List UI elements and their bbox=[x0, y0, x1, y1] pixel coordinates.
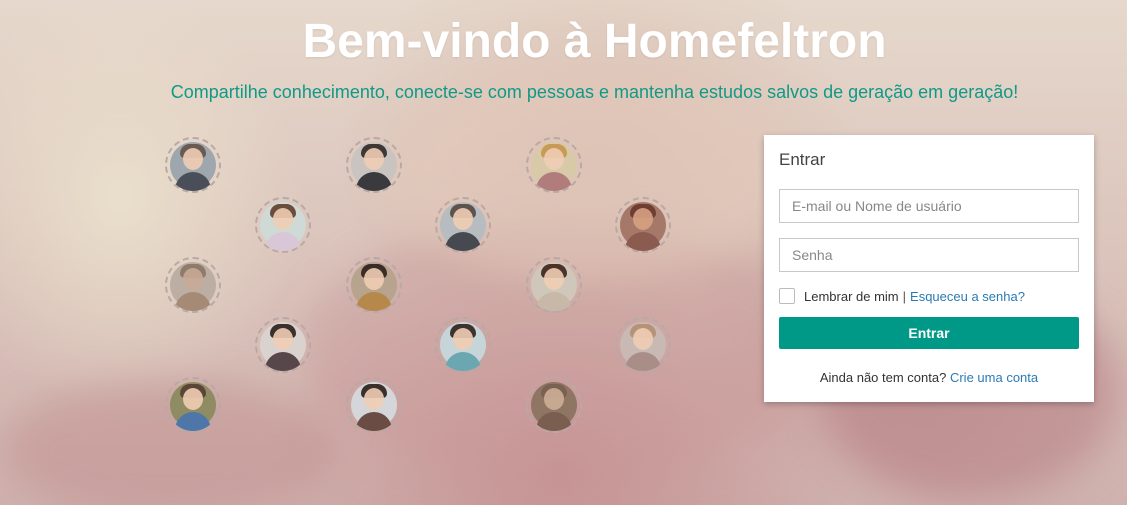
login-card: Entrar Lembrar de mim | Esqueceu a senha… bbox=[764, 135, 1094, 402]
remember-me-label[interactable]: Lembrar de mim bbox=[804, 289, 899, 304]
member-avatar[interactable] bbox=[165, 137, 221, 193]
signup-row: Ainda não tem conta? Crie uma conta bbox=[764, 370, 1094, 385]
remember-me-checkbox[interactable] bbox=[779, 288, 795, 304]
member-avatar[interactable] bbox=[526, 137, 582, 193]
member-avatar[interactable] bbox=[346, 257, 402, 313]
member-avatar[interactable] bbox=[435, 317, 491, 373]
member-avatar[interactable] bbox=[346, 137, 402, 193]
page-title: Bem-vindo à Homefeltron bbox=[302, 15, 887, 68]
separator: | bbox=[902, 288, 907, 304]
signup-prompt: Ainda não tem conta? bbox=[819, 370, 947, 385]
member-avatar[interactable] bbox=[255, 197, 311, 253]
member-avatar[interactable] bbox=[255, 317, 311, 373]
member-avatar[interactable] bbox=[165, 257, 221, 313]
member-avatar[interactable] bbox=[435, 197, 491, 253]
member-avatar[interactable] bbox=[615, 197, 671, 253]
login-submit-button[interactable]: Entrar bbox=[779, 317, 1079, 349]
forgot-password-link[interactable]: Esqueceu a senha? bbox=[910, 289, 1025, 304]
member-avatar[interactable] bbox=[165, 377, 221, 433]
member-avatar[interactable] bbox=[526, 377, 582, 433]
member-avatar[interactable] bbox=[526, 257, 582, 313]
login-card-title: Entrar bbox=[779, 150, 826, 169]
create-account-link[interactable]: Crie uma conta bbox=[950, 370, 1038, 385]
member-avatar[interactable] bbox=[615, 317, 671, 373]
page-subtitle: Compartilhe conhecimento, conecte-se com… bbox=[170, 82, 1019, 102]
email-username-input[interactable] bbox=[779, 189, 1079, 223]
password-input[interactable] bbox=[779, 238, 1079, 272]
member-avatar[interactable] bbox=[346, 377, 402, 433]
remember-row: Lembrar de mim | Esqueceu a senha? bbox=[779, 287, 1025, 305]
